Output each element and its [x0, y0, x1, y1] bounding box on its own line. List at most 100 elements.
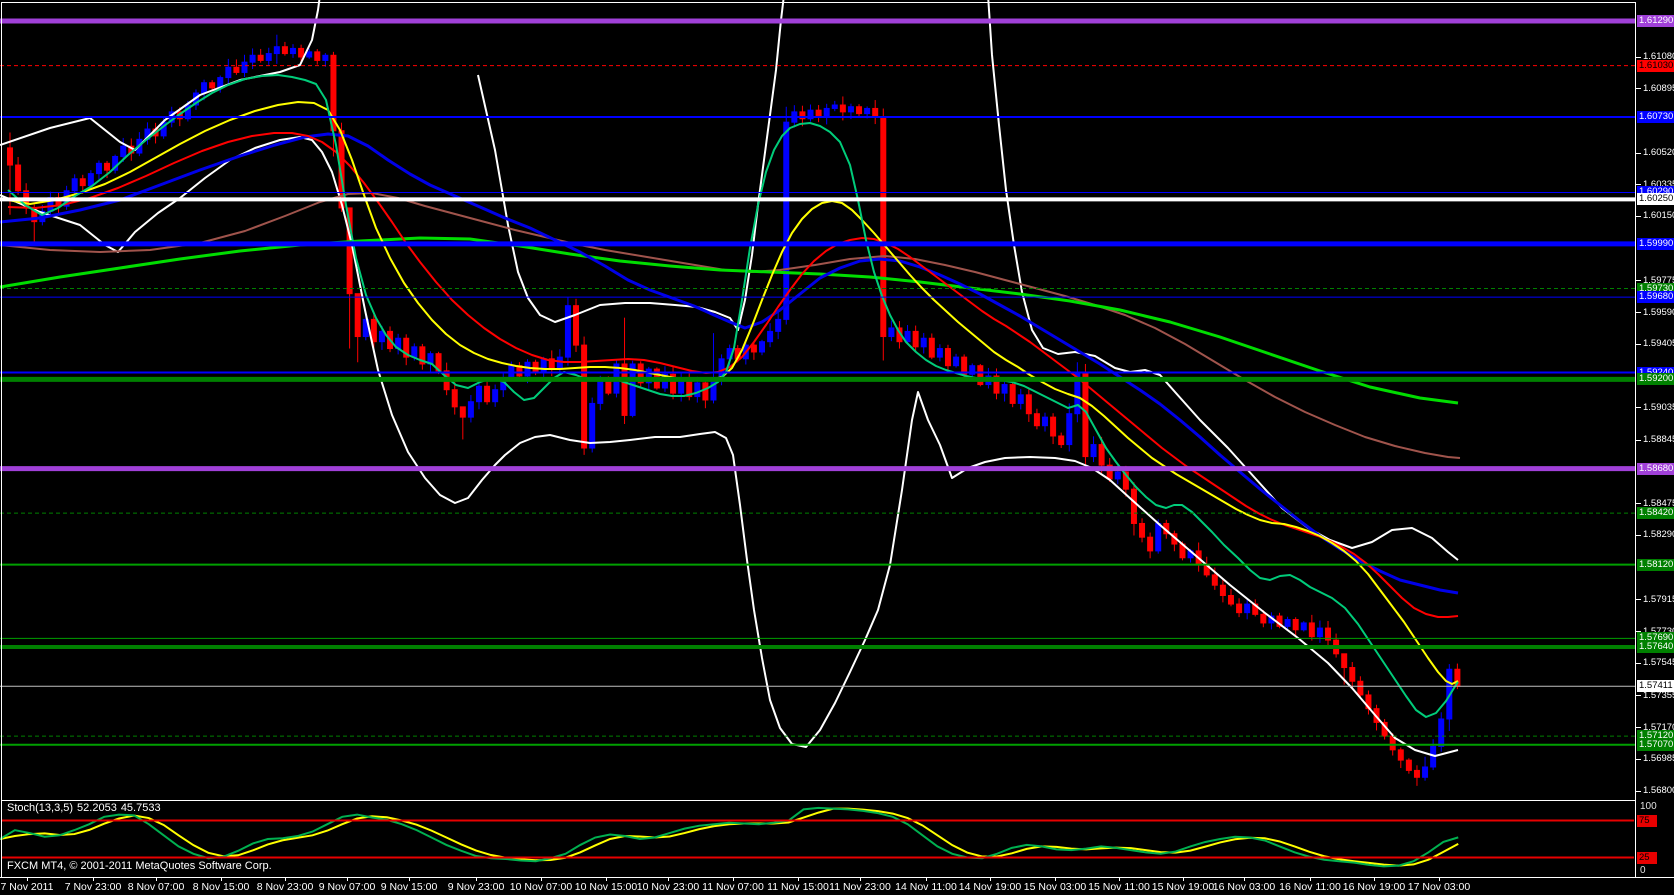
candle-body: [816, 110, 821, 117]
price-tick-label: 1.60520: [1643, 147, 1674, 158]
price-tick-label: 1.60150: [1643, 210, 1674, 221]
price-tick-label: 1.60895: [1643, 83, 1674, 94]
price-tick: [1636, 344, 1641, 345]
price-tick: [1636, 88, 1641, 89]
candle-body: [1414, 770, 1419, 777]
candle-body: [1293, 620, 1298, 630]
candle-body: [1018, 395, 1023, 404]
candle-body: [80, 179, 85, 186]
candle-body: [1228, 595, 1233, 604]
stoch-axis-100: 100: [1640, 801, 1657, 812]
price-tick: [1636, 759, 1641, 760]
ma-green-fast: [8, 75, 1458, 717]
price-tick-label: 1.59035: [1643, 402, 1674, 413]
candle-body: [291, 48, 296, 53]
candle-body: [412, 347, 417, 357]
price-tag-1.60250: 1.60250: [1637, 193, 1674, 205]
candle-body: [72, 179, 77, 191]
candle-body: [210, 83, 215, 88]
price-tag-1.57411: 1.57411: [1637, 680, 1674, 692]
price-axis[interactable]: 1.610801.608951.605201.603351.601501.597…: [1636, 0, 1674, 877]
candle-body: [1091, 445, 1096, 457]
candle-body: [1002, 385, 1007, 394]
time-label: 8 Nov 07:00: [128, 881, 185, 893]
candle-body: [274, 47, 279, 54]
price-tick: [1636, 57, 1641, 58]
candle-body: [840, 105, 845, 112]
time-label: 14 Nov 19:00: [959, 881, 1021, 893]
price-tick: [1636, 440, 1641, 441]
candle-body: [234, 67, 239, 72]
candle-body: [1140, 523, 1145, 537]
band-white-upper-right: [988, 0, 1458, 560]
price-tick: [1636, 312, 1641, 313]
candle-body: [525, 362, 530, 376]
candle-body: [695, 383, 700, 397]
candle-body: [1212, 575, 1217, 585]
price-chart-pane[interactable]: [0, 0, 1636, 800]
candle-body: [323, 55, 328, 60]
candle-body: [1059, 436, 1064, 445]
candle-body: [476, 386, 481, 401]
candle-body: [937, 349, 942, 358]
candle-body: [1156, 523, 1161, 550]
time-label: 16 Nov 03:00: [1213, 881, 1275, 893]
candle-body: [1051, 417, 1056, 436]
candle-body: [315, 52, 320, 61]
candle-body: [1131, 489, 1136, 523]
candle-body: [776, 319, 781, 331]
stoch-axis-0: 0: [1640, 865, 1646, 876]
price-tick: [1636, 407, 1641, 408]
price-tag-1.58120: 1.58120: [1637, 559, 1674, 571]
candle-body: [485, 386, 490, 401]
candle-body: [1423, 767, 1428, 777]
stoch-level-tag-75: 75: [1637, 815, 1657, 827]
candle-body: [824, 108, 829, 117]
candle-body: [751, 345, 756, 352]
price-tick-label: 1.57915: [1643, 594, 1674, 605]
price-tick: [1636, 184, 1641, 185]
candle-body: [258, 55, 263, 60]
price-tick: [1636, 503, 1641, 504]
price-tag-1.57640: 1.57640: [1637, 641, 1674, 653]
candle-body: [1342, 654, 1347, 668]
band-white-lower: [0, 137, 1458, 756]
time-label: 11 Nov 07:00: [702, 881, 764, 893]
candle-body: [1067, 414, 1072, 445]
candle-body: [1220, 585, 1225, 595]
candle-body: [452, 390, 457, 407]
candles: [8, 35, 1460, 786]
price-tick-label: 1.59590: [1643, 307, 1674, 318]
pane-separator[interactable]: [1, 800, 1635, 801]
price-tick: [1636, 216, 1641, 217]
candle-body: [921, 338, 926, 347]
candle-body: [468, 402, 473, 417]
candle-body: [703, 383, 708, 400]
time-label: 10 Nov 15:00: [575, 881, 637, 893]
candle-body: [1261, 614, 1266, 623]
time-label: 14 Nov 11:00: [895, 881, 957, 893]
candle-body: [565, 306, 570, 357]
price-tag-1.57070: 1.57070: [1637, 739, 1674, 751]
time-label: 15 Nov 11:00: [1088, 881, 1150, 893]
candle-body: [857, 107, 862, 114]
candle-body: [598, 381, 603, 403]
time-axis[interactable]: 7 Nov 20117 Nov 23:008 Nov 07:008 Nov 15…: [0, 878, 1674, 895]
stochastic-indicator-label: Stoch(13,3,5)52.205345.7533: [7, 802, 165, 814]
stochastic-main-value: 52.2053: [77, 802, 117, 814]
price-tick-label: 1.56800: [1643, 785, 1674, 796]
candle-body: [1317, 628, 1322, 637]
candle-body: [1237, 604, 1242, 613]
price-tick: [1636, 695, 1641, 696]
time-label: 16 Nov 11:00: [1279, 881, 1341, 893]
candle-body: [582, 345, 587, 448]
time-label: 17 Nov 03:00: [1408, 881, 1470, 893]
candle-body: [1115, 472, 1120, 479]
candle-body: [8, 148, 13, 165]
candle-body: [96, 163, 101, 173]
candle-body: [266, 54, 271, 61]
price-chart-canvas: [0, 0, 1636, 800]
candle-body: [1026, 395, 1031, 414]
price-tag-1.58420: 1.58420: [1637, 507, 1674, 519]
candle-body: [873, 108, 878, 117]
